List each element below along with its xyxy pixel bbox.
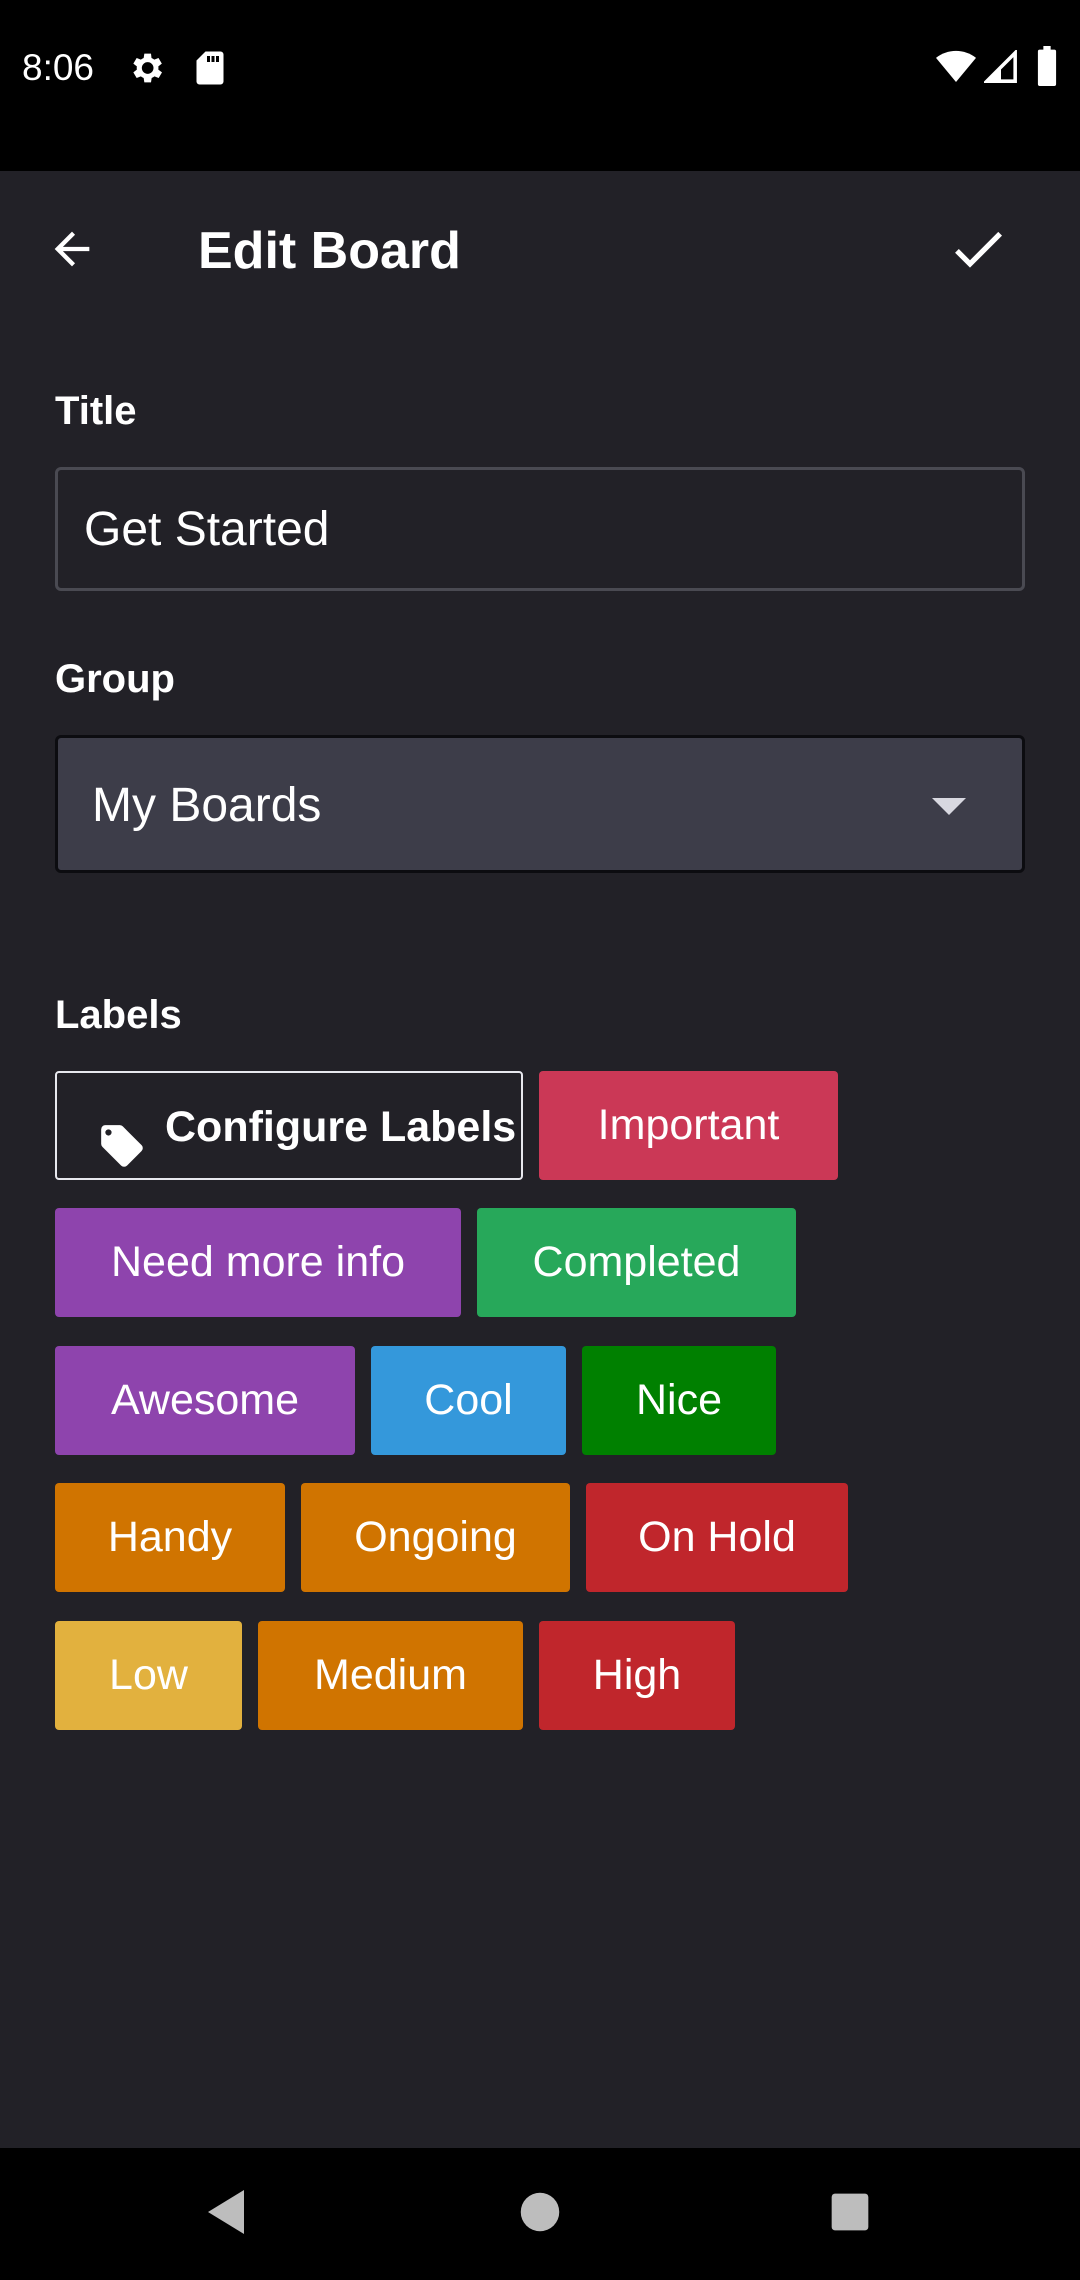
label-chip-completed[interactable]: Completed — [477, 1208, 796, 1317]
group-selected-value: My Boards — [92, 779, 322, 832]
back-button[interactable] — [28, 207, 116, 295]
nav-recents-button[interactable] — [810, 2174, 890, 2254]
label-chip-on-hold[interactable]: On Hold — [586, 1483, 848, 1592]
label-chip-cool[interactable]: Cool — [371, 1346, 566, 1455]
label-chip-ongoing[interactable]: Ongoing — [301, 1483, 570, 1592]
page-title: Edit Board — [198, 222, 461, 280]
tag-icon — [97, 1103, 147, 1167]
labels-heading: Labels — [55, 993, 182, 1037]
toolbar: Edit Board — [0, 171, 1080, 331]
check-icon — [946, 217, 1010, 286]
configure-labels-text: Configure Labels — [165, 1103, 517, 1151]
save-button[interactable] — [934, 207, 1022, 295]
dropdown-arrow-icon — [932, 798, 966, 815]
label-chip-important[interactable]: Important — [539, 1071, 838, 1180]
label-chip-low[interactable]: Low — [55, 1621, 242, 1730]
home-circle-icon — [519, 2191, 561, 2238]
configure-labels-button[interactable]: Configure Labels — [55, 1071, 523, 1180]
group-label: Group — [55, 657, 175, 701]
label-chip-awesome[interactable]: Awesome — [55, 1346, 355, 1455]
wifi-icon — [936, 50, 976, 89]
battery-icon — [1036, 46, 1058, 91]
title-label: Title — [55, 389, 137, 433]
label-chip-high[interactable]: High — [539, 1621, 735, 1730]
recents-square-icon — [830, 2192, 870, 2237]
sd-card-icon — [194, 50, 226, 91]
gear-icon — [126, 48, 166, 93]
status-time: 8:06 — [22, 47, 95, 88]
arrow-back-icon — [46, 223, 98, 280]
label-chip-handy[interactable]: Handy — [55, 1483, 285, 1592]
nav-home-button[interactable] — [500, 2174, 580, 2254]
signal-icon — [982, 48, 1018, 89]
back-triangle-icon — [204, 2188, 248, 2241]
label-chip-nice[interactable]: Nice — [582, 1346, 776, 1455]
edit-board-screen: Edit Board Title Group My Boards Labels … — [0, 171, 1080, 2148]
system-nav-bar — [0, 2148, 1080, 2280]
status-bar: 8:06 — [0, 0, 1080, 171]
label-chip-medium[interactable]: Medium — [258, 1621, 523, 1730]
nav-back-button[interactable] — [186, 2174, 266, 2254]
group-dropdown[interactable]: My Boards — [55, 735, 1025, 873]
label-chip-need-more-info[interactable]: Need more info — [55, 1208, 461, 1317]
title-input[interactable] — [55, 467, 1025, 591]
